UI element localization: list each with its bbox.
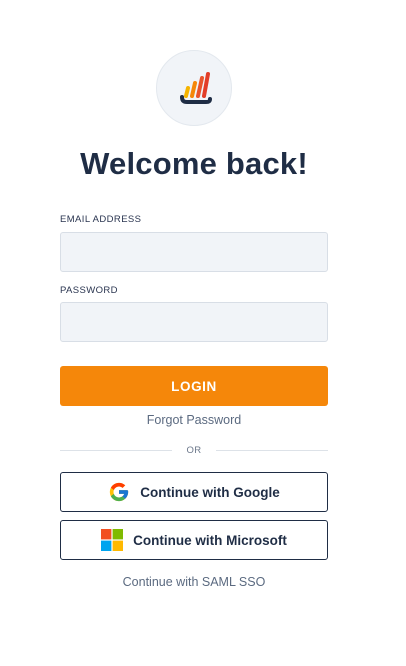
microsoft-login-label: Continue with Microsoft <box>133 532 287 548</box>
saml-sso-link[interactable]: Continue with SAML SSO <box>60 575 328 589</box>
login-page: Welcome back! EMAIL ADDRESS PASSWORD LOG… <box>0 0 406 666</box>
password-field[interactable] <box>60 302 328 342</box>
email-field[interactable] <box>60 232 328 272</box>
google-login-label: Continue with Google <box>140 484 280 500</box>
page-title: Welcome back! <box>80 146 308 181</box>
email-label: EMAIL ADDRESS <box>60 214 142 225</box>
password-label: PASSWORD <box>60 285 118 296</box>
microsoft-icon <box>101 529 124 551</box>
divider-line-right <box>216 450 328 451</box>
bar-chart-logo-icon <box>180 72 212 104</box>
divider-or-text: OR <box>186 445 202 456</box>
microsoft-login-button[interactable]: Continue with Microsoft <box>60 520 328 560</box>
forgot-password-link[interactable]: Forgot Password <box>60 413 328 427</box>
google-login-button[interactable]: Continue with Google <box>60 472 328 512</box>
login-button[interactable]: LOGIN <box>60 366 328 406</box>
google-icon <box>108 481 130 503</box>
app-logo <box>156 50 232 126</box>
divider-line-left <box>60 450 172 451</box>
